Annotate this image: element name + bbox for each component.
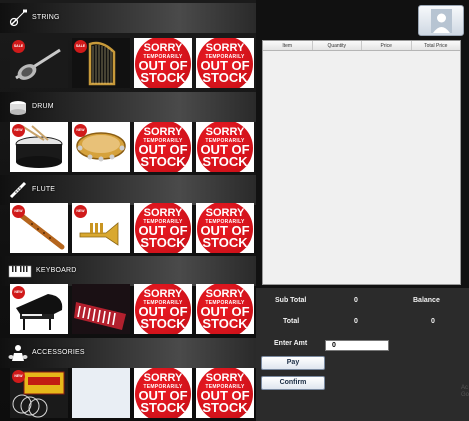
drum-icon — [10, 101, 26, 115]
out-of-stock-tile[interactable]: SORRY TEMPORARILY OUT OF STOCK — [134, 38, 192, 88]
category-header-accessories: ACCESSORIES — [0, 338, 256, 368]
out-of-stock-tile[interactable]: SORRY TEMPORARILY OUT OF STOCK — [196, 122, 254, 172]
out-of-stock-tile[interactable]: SORRY TEMPORARILY OUT OF STOCK — [134, 122, 192, 172]
balance-label: Balance — [413, 297, 440, 304]
out-of-stock-tile[interactable]: SORRY TEMPORARILY OUT OF STOCK — [196, 203, 254, 253]
product-guitar-strings[interactable]: NEW — [10, 368, 68, 418]
product-recorder[interactable]: NEW — [10, 203, 68, 253]
sub-total-label: Sub Total — [275, 297, 307, 304]
product-trumpet[interactable]: NEW — [72, 203, 130, 253]
product-snare-drum[interactable]: NEW — [10, 122, 68, 172]
product-tambourine[interactable]: NEW — [72, 122, 130, 172]
total-label: Total — [283, 318, 300, 325]
column-header-quantity[interactable]: Quantity — [313, 41, 362, 50]
total-value: 0 — [354, 318, 358, 325]
new-badge: NEW — [12, 205, 25, 218]
out-of-stock-tile[interactable]: SORRY TEMPORARILY OUT OF STOCK — [196, 368, 254, 418]
out-of-stock-tile[interactable]: SORRY TEMPORARILY OUT OF STOCK — [134, 368, 192, 418]
bill-summary: Sub Total 0 Balance Total 0 0 Enter Amt … — [256, 288, 469, 421]
synth-keyboard-image — [72, 284, 130, 334]
category-header-flute: FLUTE — [0, 175, 256, 205]
new-badge: NEW — [12, 370, 25, 383]
enter-amount-label: Enter Amt — [274, 340, 308, 347]
category-label: FLUTE — [32, 186, 56, 193]
out-of-stock-tile[interactable]: SORRY TEMPORARILY OUT OF STOCK — [134, 284, 192, 334]
cart-table-header: Item Quantity Price Total Price — [263, 41, 460, 51]
guitar-icon — [9, 9, 27, 27]
drum-set-icon — [8, 345, 28, 361]
enter-amount-input[interactable]: 0 — [325, 340, 389, 351]
column-header-item[interactable]: Item — [263, 41, 313, 50]
category-label: KEYBOARD — [36, 267, 77, 274]
product-electric-guitar[interactable]: SALE — [10, 38, 68, 88]
out-of-stock-tile[interactable]: SORRY TEMPORARILY OUT OF STOCK — [196, 38, 254, 88]
user-icon — [431, 9, 452, 33]
new-badge: NEW — [12, 286, 25, 299]
pay-button[interactable]: Pay — [261, 356, 325, 370]
column-header-total-price[interactable]: Total Price — [412, 41, 461, 50]
sub-total-value: 0 — [354, 297, 358, 304]
category-header-drum: DRUM — [0, 92, 256, 122]
cart-table[interactable]: Item Quantity Price Total Price — [262, 40, 461, 285]
confirm-button[interactable]: Confirm — [261, 376, 325, 390]
product-harp[interactable]: SALE — [72, 38, 130, 88]
category-header-keyboard: KEYBOARD — [0, 256, 256, 286]
new-badge: NEW — [12, 124, 25, 137]
product-synth-keyboard[interactable] — [72, 284, 130, 334]
balance-value: 0 — [431, 318, 435, 325]
category-label: ACCESSORIES — [32, 349, 85, 356]
flute-icon — [9, 181, 27, 199]
new-badge: NEW — [74, 205, 87, 218]
product-grand-piano[interactable]: NEW — [10, 284, 68, 334]
sale-badge: SALE — [12, 40, 25, 53]
keyboard-icon — [8, 265, 32, 278]
product-panel: STRING SALE SALE SORRY TEMPORARILY OUT O… — [0, 0, 256, 421]
watermark-text: Ac Go — [460, 385, 469, 398]
category-label: DRUM — [32, 103, 54, 110]
column-header-price[interactable]: Price — [362, 41, 412, 50]
out-of-stock-tile[interactable]: SORRY TEMPORARILY OUT OF STOCK — [196, 284, 254, 334]
user-avatar-button[interactable] — [418, 5, 464, 36]
product-empty-slot[interactable] — [72, 368, 130, 418]
new-badge: NEW — [74, 124, 87, 137]
category-label: STRING — [32, 14, 60, 21]
billing-panel: Item Quantity Price Total Price Sub Tota… — [256, 0, 469, 421]
sale-badge: SALE — [74, 40, 87, 53]
category-header-string: STRING — [0, 3, 256, 33]
out-of-stock-tile[interactable]: SORRY TEMPORARILY OUT OF STOCK — [134, 203, 192, 253]
